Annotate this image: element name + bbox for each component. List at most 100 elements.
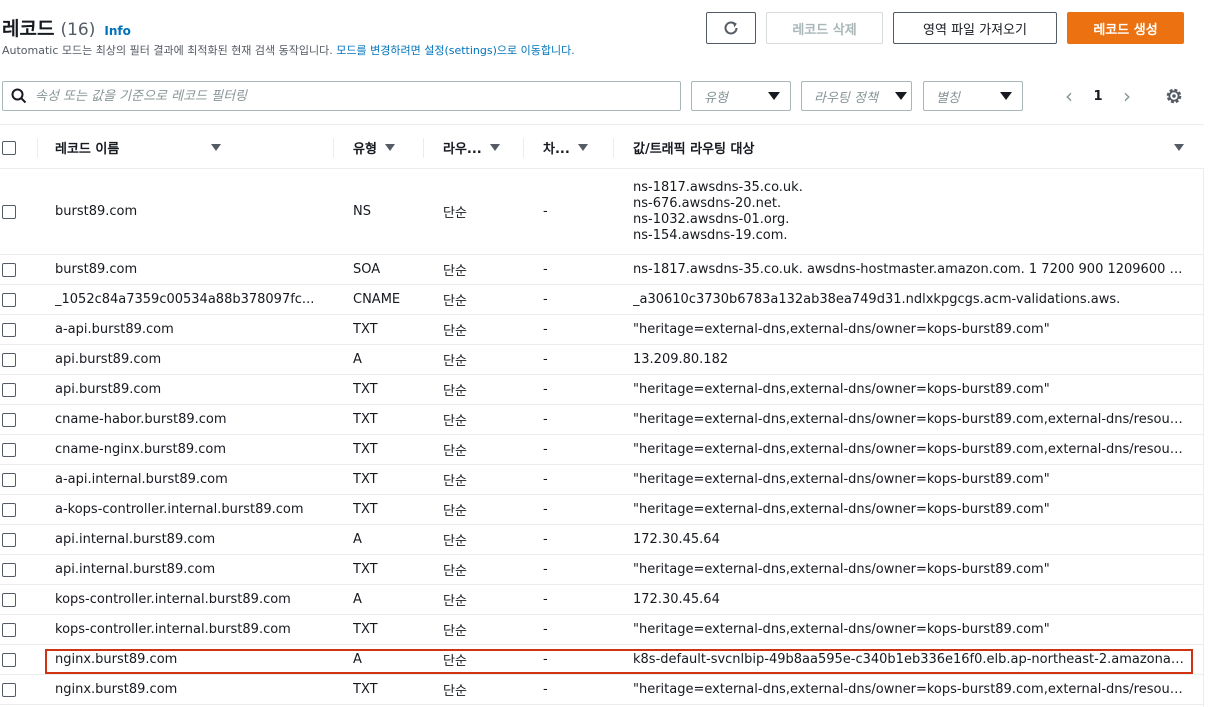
sort-icon[interactable] (577, 144, 588, 151)
record-value-line: k8s-default-svcnlbip-49b8aa595e-c340b1eb… (633, 652, 1185, 667)
row-checkbox-cell (2, 169, 16, 254)
previous-page-icon[interactable]: ‹ (1058, 84, 1080, 108)
row-checkbox[interactable] (2, 472, 16, 487)
column-header-value[interactable]: 값/트래픽 라우팅 대상 (633, 125, 754, 170)
row-checkbox-cell (2, 495, 16, 524)
record-value-line: "heritage=external-dns,external-dns/owne… (633, 412, 1185, 427)
record-value-line: "heritage=external-dns,external-dns/owne… (633, 562, 1050, 577)
record-value: k8s-default-svcnlbip-49b8aa595e-c340b1eb… (633, 645, 1185, 674)
delete-record-button[interactable]: 레코드 삭제 (766, 12, 883, 44)
row-checkbox[interactable] (2, 652, 16, 667)
caret-down-icon (768, 92, 780, 100)
refresh-button[interactable] (706, 12, 756, 44)
row-checkbox-cell (2, 285, 16, 314)
routing-policy: 단순 (443, 264, 467, 279)
column-header-name[interactable]: 레코드 이름 (55, 125, 222, 170)
record-name: _1052c84a7359c00534a88b378097fc... (55, 292, 315, 307)
table-row[interactable]: api.internal.burst89.com A 단순 - 172.30.45.64 (0, 525, 1204, 555)
row-checkbox-cell (2, 375, 16, 404)
gear-icon[interactable] (1164, 86, 1184, 106)
alias-filter-select[interactable]: 별칭 (923, 81, 1023, 111)
differentiator: - (543, 322, 548, 337)
row-checkbox[interactable] (2, 382, 16, 397)
type-filter-select[interactable]: 유형 (691, 81, 791, 111)
settings-link[interactable]: 모드를 변경하려면 설정(settings)으로 이동합니다. (336, 44, 574, 57)
record-name: api.burst89.com (55, 352, 162, 367)
select-all-checkbox[interactable] (2, 140, 16, 155)
table-row[interactable]: cname-nginx.burst89.com TXT 단순 - "heritage=e… (0, 435, 1204, 465)
sort-icon[interactable] (1174, 144, 1184, 151)
table-row[interactable]: a-kops-controller.internal.burst89.com TX… (0, 495, 1204, 525)
record-count: (16) (60, 20, 96, 40)
row-checkbox-cell (2, 405, 16, 434)
value-column-sort[interactable] (1174, 125, 1184, 170)
row-checkbox[interactable] (2, 352, 16, 367)
record-type: TXT (353, 382, 378, 397)
table-row[interactable]: nginx.burst89.com A 단순 - k8s-default-svcnlbi… (0, 645, 1204, 675)
column-divider (613, 138, 614, 158)
column-header-routing[interactable]: 라우... (443, 125, 500, 170)
table-row[interactable]: nginx.burst89.com TXT 단순 - "heritage=externa… (0, 675, 1204, 705)
table-row[interactable]: kops-controller.internal.burst89.com A 단순 -… (0, 585, 1204, 615)
current-page[interactable]: 1 (1080, 89, 1116, 104)
row-checkbox[interactable] (2, 262, 16, 277)
row-checkbox-cell (2, 255, 16, 284)
table-row[interactable]: api.internal.burst89.com TXT 단순 - "heritage=… (0, 555, 1204, 585)
row-checkbox[interactable] (2, 322, 16, 337)
table-row[interactable]: _1052c84a7359c00534a88b378097fc... CNAME 단… (0, 285, 1204, 315)
table-row[interactable]: api.burst89.com A 단순 - 13.209.80.182 (0, 345, 1204, 375)
record-type: TXT (353, 472, 378, 487)
record-type: A (353, 352, 362, 367)
row-checkbox[interactable] (2, 562, 16, 577)
row-checkbox[interactable] (2, 682, 16, 697)
row-checkbox[interactable] (2, 204, 16, 219)
record-value-line: 172.30.45.64 (633, 532, 720, 547)
record-name: api.burst89.com (55, 382, 162, 397)
row-checkbox[interactable] (2, 532, 16, 547)
column-header-name-label: 레코드 이름 (55, 142, 120, 157)
record-name: kops-controller.internal.burst89.com (55, 592, 291, 607)
row-checkbox[interactable] (2, 292, 16, 307)
table-row[interactable]: api.burst89.com TXT 단순 - "heritage=external-… (0, 375, 1204, 405)
record-name: nginx.burst89.com (55, 652, 178, 667)
next-page-icon[interactable]: › (1116, 84, 1138, 108)
column-divider (333, 138, 334, 158)
record-value-line: 172.30.45.64 (633, 592, 720, 607)
record-value: 172.30.45.64 (633, 525, 1185, 554)
info-link[interactable]: Info (104, 24, 130, 38)
row-checkbox[interactable] (2, 442, 16, 457)
table-row[interactable]: cname-habor.burst89.com TXT 단순 - "heritage=e… (0, 405, 1204, 435)
sort-icon[interactable] (489, 144, 500, 151)
record-value: ns-1817.awsdns-35.co.uk. ns-676.awsdns-20… (633, 169, 1185, 254)
row-checkbox[interactable] (2, 502, 16, 517)
caret-down-icon (895, 92, 907, 100)
routing-policy: 단순 (443, 384, 467, 399)
record-value-line: ns-154.awsdns-19.com. (633, 227, 788, 243)
import-zone-file-button[interactable]: 영역 파일 가져오기 (893, 12, 1057, 44)
column-header-differentiator[interactable]: 차... (543, 125, 588, 170)
routing-policy-select[interactable]: 라우팅 정책 (801, 81, 912, 111)
sort-icon[interactable] (211, 144, 222, 151)
table-row[interactable]: burst89.com SOA 단순 - ns-1817.awsdns-35.co.uk… (0, 255, 1204, 285)
record-value: "heritage=external-dns,external-dns/owne… (633, 405, 1185, 434)
table-row[interactable]: burst89.com NS 단순 - ns-1817.awsdns-35.co.uk.… (0, 169, 1204, 255)
column-divider (523, 138, 524, 158)
create-record-button[interactable]: 레코드 생성 (1067, 12, 1184, 44)
row-checkbox[interactable] (2, 592, 16, 607)
table-row[interactable]: a-api.internal.burst89.com TXT 단순 - "heritag… (0, 465, 1204, 495)
differentiator: - (543, 502, 548, 517)
table-row[interactable]: a-api.burst89.com TXT 단순 - "heritage=externa… (0, 315, 1204, 345)
row-checkbox[interactable] (2, 622, 16, 637)
record-type: SOA (353, 262, 381, 277)
record-value-line: ns-1817.awsdns-35.co.uk. (633, 179, 803, 195)
row-checkbox[interactable] (2, 412, 16, 427)
column-header-type[interactable]: 유형 (353, 125, 395, 170)
record-name: api.internal.burst89.com (55, 532, 216, 547)
search-box[interactable] (2, 81, 681, 111)
record-type: TXT (353, 622, 378, 637)
search-input[interactable] (35, 88, 635, 104)
record-type: A (353, 532, 362, 547)
sort-icon[interactable] (384, 144, 395, 151)
table-row[interactable]: kops-controller.internal.burst89.com TXT 단… (0, 615, 1204, 645)
record-name: a-api.internal.burst89.com (55, 472, 228, 487)
